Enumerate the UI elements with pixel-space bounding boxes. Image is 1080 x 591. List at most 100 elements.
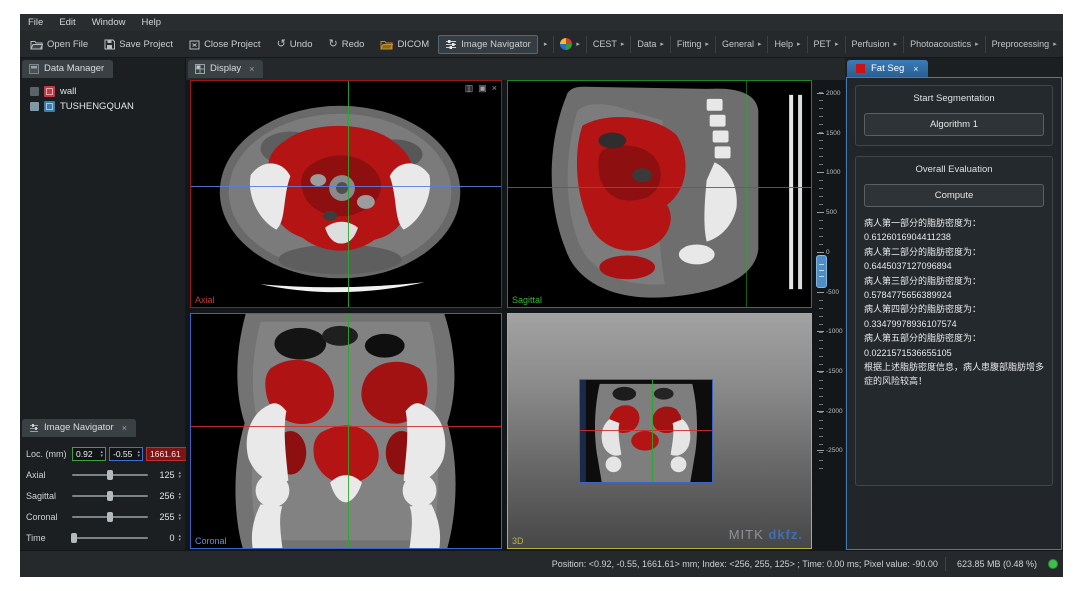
plugin-menu-label: Fitting xyxy=(677,39,702,49)
slider-handle[interactable] xyxy=(107,470,113,480)
close-icon[interactable]: × xyxy=(913,64,918,74)
plugin-menu-label: Preprocessing xyxy=(992,39,1050,49)
menu-window[interactable]: Window xyxy=(92,17,126,28)
axial-slider[interactable] xyxy=(72,469,148,481)
status-divider xyxy=(945,557,946,571)
sagittal-view[interactable]: Sagittal xyxy=(507,80,812,308)
fat-seg-view-icon xyxy=(856,64,865,73)
plugin-menu-label: General xyxy=(722,39,754,49)
display-tab-bar: Display × xyxy=(186,58,845,80)
menu-edit[interactable]: Edit xyxy=(59,17,75,28)
close-icon[interactable]: × xyxy=(249,64,254,74)
data-node-wall[interactable]: wall xyxy=(28,84,185,99)
visibility-checkbox[interactable] xyxy=(30,102,39,111)
view-maximize-icon[interactable]: ▣ xyxy=(478,84,487,93)
plugin-menu-label: Perfusion xyxy=(852,39,890,49)
threed-view[interactable]: MITK dkfz. 3D xyxy=(507,313,812,549)
evaluation-result-line: 病人第四部分的脂肪密度为：0.33479978936107574 xyxy=(864,302,1044,331)
level-window-slider[interactable]: 2000150010005000-500-1000-1500-2000-2500… xyxy=(815,80,845,577)
threed-view-label: 3D xyxy=(512,536,524,546)
undo-button[interactable]: ↺Undo xyxy=(270,35,320,54)
level-window-tick: -2500 xyxy=(817,447,843,454)
loc-spinbox-0[interactable]: 0.92 ▴▾ xyxy=(72,447,106,461)
spinner-arrows-icon[interactable]: ▴▾ xyxy=(178,513,181,521)
close-project-label: Close Project xyxy=(204,39,261,50)
slider-handle[interactable] xyxy=(71,533,77,543)
slider-label: Time xyxy=(26,533,68,543)
image-navigator-button[interactable]: Image Navigator xyxy=(438,35,538,54)
close-icon[interactable]: × xyxy=(122,423,127,433)
plugin-menu-cest[interactable]: CEST▸ xyxy=(586,36,631,53)
image-navigator-tab[interactable]: Image Navigator × xyxy=(22,419,136,437)
plugin-menu-general[interactable]: General▸ xyxy=(715,36,768,53)
loc-spinbox-1[interactable]: -0.55 ▴▾ xyxy=(109,447,143,461)
fat-seg-tab-label: Fat Seg xyxy=(871,63,904,74)
plugin-menu-pet[interactable]: PET▸ xyxy=(807,36,845,53)
view-close-icon[interactable]: × xyxy=(492,84,497,93)
plugin-menu-perfusion[interactable]: Perfusion▸ xyxy=(845,36,904,53)
data-node-icon xyxy=(44,101,55,112)
open-file-label: Open File xyxy=(47,39,88,50)
plugin-menu-data[interactable]: Data▸ xyxy=(630,36,670,53)
start-segmentation-group: Start Segmentation Algorithm 1 xyxy=(855,85,1053,146)
dkfz-logo: dkfz. xyxy=(768,527,803,542)
mitk-logo: MITK xyxy=(729,527,764,542)
coronal-slider[interactable] xyxy=(72,511,148,523)
data-node-tushengquan[interactable]: TUSHENGQUAN xyxy=(28,99,185,114)
start-segmentation-title: Start Segmentation xyxy=(864,93,1044,104)
redo-button[interactable]: ↻Redo xyxy=(322,35,372,54)
colormap-menu[interactable]: ▸ xyxy=(553,36,586,53)
axial-plane-line[interactable] xyxy=(191,426,501,427)
axial-view[interactable]: ▥ ▣ × Axial xyxy=(190,80,502,308)
dicom-button[interactable]: DICOM xyxy=(373,35,436,54)
menu-help[interactable]: Help xyxy=(141,17,161,28)
toolbar-overflow-menu[interactable]: ▸ xyxy=(538,36,554,53)
loc-value: 0.92 xyxy=(76,449,93,459)
fat-seg-tab[interactable]: Fat Seg × xyxy=(847,60,928,77)
compute-button[interactable]: Compute xyxy=(864,184,1044,207)
menu-file[interactable]: File xyxy=(28,17,43,28)
spinner-arrows-icon[interactable]: ▴▾ xyxy=(178,492,181,500)
evaluation-result-line: 病人第五部分的脂肪密度为：0.0221571536655105 xyxy=(864,331,1044,360)
data-manager-tab[interactable]: Data Manager xyxy=(22,60,113,78)
plugin-menu-preprocessing[interactable]: Preprocessing▸ xyxy=(985,36,1063,53)
overall-evaluation-title: Overall Evaluation xyxy=(864,164,1044,175)
coronal-plane-line[interactable] xyxy=(746,81,747,307)
spinner-arrows-icon[interactable]: ▴▾ xyxy=(178,534,181,542)
nav-slider-row-axial: Axial125▴▾ xyxy=(26,464,181,485)
sagittal-plane-line[interactable] xyxy=(348,314,349,548)
time-slider[interactable] xyxy=(72,532,148,544)
open-file-button[interactable]: Open File xyxy=(23,35,95,54)
nav-slider-row-coronal: Coronal255▴▾ xyxy=(26,506,181,527)
sagittal-slider[interactable] xyxy=(72,490,148,502)
slider-handle[interactable] xyxy=(107,491,113,501)
close-project-button[interactable]: Close Project xyxy=(182,35,268,54)
plugin-menu-fitting[interactable]: Fitting▸ xyxy=(670,36,715,53)
algorithm-1-button[interactable]: Algorithm 1 xyxy=(864,113,1044,136)
level-window-handle[interactable] xyxy=(816,255,827,288)
data-manager-icon xyxy=(29,64,39,74)
plugin-menu-help[interactable]: Help▸ xyxy=(767,36,806,53)
coronal-view[interactable]: Coronal xyxy=(190,313,502,549)
spinner-arrows-icon[interactable]: ▴▾ xyxy=(100,450,103,458)
slider-handle[interactable] xyxy=(107,512,113,522)
view-menu-icon[interactable]: ▥ xyxy=(465,84,474,93)
tick-label: 1000 xyxy=(826,169,840,176)
loc-value: -0.55 xyxy=(113,449,132,459)
fat-seg-content: Start Segmentation Algorithm 1 Overall E… xyxy=(846,77,1062,550)
coronal-plane-line[interactable] xyxy=(191,186,501,187)
redo-arrow-icon: ↻ xyxy=(329,39,338,50)
display-tab[interactable]: Display × xyxy=(188,60,263,78)
sagittal-plane-line[interactable] xyxy=(348,81,349,307)
plugin-menu-photoacoustics[interactable]: Photoacoustics▸ xyxy=(903,36,985,53)
tick-label: 2000 xyxy=(826,90,840,97)
spinner-arrows-icon[interactable]: ▴▾ xyxy=(137,450,140,458)
axial-plane-line[interactable] xyxy=(508,187,811,188)
toolbar: Open FileSave ProjectClose Project↺Undo↻… xyxy=(20,31,1063,58)
fat-seg-tab-bar: Fat Seg × xyxy=(845,58,1063,77)
save-project-button[interactable]: Save Project xyxy=(97,35,180,54)
level-window-tick: -1000 xyxy=(817,328,843,335)
visibility-checkbox[interactable] xyxy=(30,87,39,96)
spinner-arrows-icon[interactable]: ▴▾ xyxy=(178,471,181,479)
chevron-right-icon: ▸ xyxy=(835,40,839,48)
